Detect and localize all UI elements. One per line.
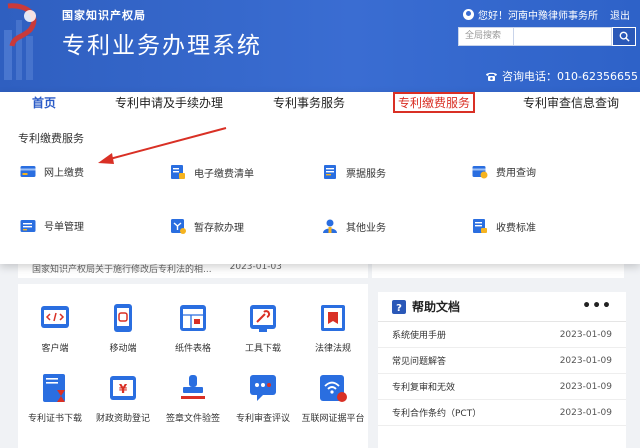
credit-card-icon — [20, 165, 36, 177]
tools-grid: 客户端 移动端 纸件表格 工具下载 法律法规 专利证书下载 ¥ 财政资助登记 签… — [18, 284, 368, 448]
svg-text:?: ? — [396, 303, 402, 314]
help-item[interactable]: 专利复审和无效 2023-01-09 — [378, 374, 626, 400]
help-item-title[interactable]: 系统使用手册 — [392, 328, 446, 341]
tool-label: 财政资助登记 — [95, 414, 150, 424]
code-client-icon — [41, 306, 69, 328]
service-label: 费用查询 — [496, 168, 536, 179]
number-list-icon — [20, 219, 36, 232]
help-title: 帮助文档 — [412, 300, 461, 314]
tool-label: 专利证书下载 — [27, 414, 82, 424]
service-deposit[interactable]: 暂存款办理 — [170, 218, 244, 234]
law-book-icon — [321, 305, 345, 331]
service-number-list[interactable]: 号单管理 — [20, 218, 84, 233]
service-other[interactable]: 其他业务 — [322, 218, 386, 234]
more-icon[interactable]: ••• — [582, 298, 612, 314]
service-fee-standard[interactable]: 收费标准 — [472, 218, 536, 234]
help-item[interactable]: 常见问题解答 2023-01-09 — [378, 348, 626, 374]
user-greeting: 您好！河南中豫律师事务所 — [478, 11, 598, 22]
tool-download[interactable]: 工具下载 — [228, 302, 298, 354]
tool-label: 互联网证据平台 — [301, 414, 365, 424]
tool-exam-review[interactable]: 专利审查评议 — [228, 372, 298, 424]
nav-exam-query[interactable]: 专利审查信息查询 — [523, 94, 619, 111]
tool-label: 法律法规 — [314, 344, 351, 354]
emblem-icon — [4, 3, 37, 80]
service-label: 其他业务 — [346, 222, 386, 234]
invoice-icon — [324, 165, 336, 179]
tool-label: 专利审查评议 — [235, 414, 290, 424]
nav-application[interactable]: 专利申请及手续办理 — [115, 94, 223, 111]
help-item-date: 2023-01-09 — [559, 355, 612, 366]
global-search: 全局搜索 — [458, 27, 636, 46]
site-header: 国家知识产权局 专利业务办理系统 您好！河南中豫律师事务所 退出 全局搜索 咨询… — [0, 0, 640, 92]
help-item-date: 2023-01-09 — [559, 407, 612, 418]
form-table-icon — [180, 305, 206, 331]
service-label: 暂存款办理 — [194, 222, 244, 234]
help-item-title[interactable]: 专利复审和无效 — [392, 380, 455, 393]
wifi-evidence-icon — [320, 375, 347, 402]
main-nav: 首页 专利申请及手续办理 专利事务服务 专利缴费服务 专利审查信息查询 — [0, 92, 640, 114]
deposit-icon — [171, 219, 186, 234]
help-header: ? 帮助文档 ••• — [378, 292, 626, 322]
search-scope-select[interactable]: 全局搜索 — [458, 27, 514, 46]
stamp-icon — [181, 375, 205, 399]
hotline: 咨询电话：010-62356655 — [485, 68, 638, 84]
service-invoice[interactable]: 票据服务 — [322, 164, 386, 180]
fee-query-icon — [472, 165, 488, 178]
user-area: 您好！河南中豫律师事务所 退出 — [463, 7, 630, 22]
finance-icon: ¥ — [110, 376, 136, 400]
service-label: 票据服务 — [346, 168, 386, 180]
dropdown-title: 专利缴费服务 — [18, 132, 84, 145]
tool-laws[interactable]: 法律法规 — [298, 302, 368, 354]
hotline-text: 咨询电话：010-62356655 — [502, 70, 638, 83]
tool-label: 签章文件验签 — [165, 414, 220, 424]
annotation-arrow-icon — [98, 127, 227, 164]
certificate-icon — [43, 374, 65, 402]
service-online-payment[interactable]: 网上缴费 — [20, 164, 84, 179]
tool-label: 移动端 — [109, 344, 137, 354]
svg-text:¥: ¥ — [119, 382, 128, 396]
help-item-date: 2023-01-09 — [559, 381, 612, 392]
tool-paper-forms[interactable]: 纸件表格 — [158, 302, 228, 354]
tool-label: 纸件表格 — [174, 344, 211, 354]
tool-finance[interactable]: ¥ 财政资助登记 — [88, 372, 158, 424]
service-label: 网上缴费 — [44, 168, 84, 179]
mobile-icon — [114, 304, 132, 332]
help-doc-icon: ? — [392, 299, 406, 314]
help-item-date: 2023-01-09 — [559, 329, 612, 340]
help-item-title[interactable]: 常见问题解答 — [392, 354, 446, 367]
fee-standard-icon — [473, 219, 487, 233]
nav-fee-service[interactable]: 专利缴费服务 — [393, 92, 476, 113]
tool-certificate[interactable]: 专利证书下载 — [20, 372, 90, 424]
tool-signature-verify[interactable]: 签章文件验签 — [158, 372, 228, 424]
tool-label: 客户端 — [41, 344, 69, 354]
help-item[interactable]: 系统使用手册 2023-01-09 — [378, 322, 626, 348]
help-item[interactable]: 专利合作条约（PCT） 2023-01-09 — [378, 400, 626, 426]
search-button[interactable] — [612, 27, 636, 46]
search-icon — [619, 31, 630, 42]
help-docs-panel: ? 帮助文档 ••• 系统使用手册 2023-01-09 常见问题解答 2023… — [378, 292, 626, 448]
tool-label: 工具下载 — [244, 344, 281, 354]
user-icon — [463, 9, 474, 20]
user-business-icon — [323, 219, 337, 233]
tool-download-icon — [250, 305, 276, 332]
nav-dropdown-panel: 首页 专利申请及手续办理 专利事务服务 专利缴费服务 专利审查信息查询 专利缴费… — [0, 92, 640, 264]
service-label: 收费标准 — [496, 222, 536, 234]
review-chat-icon — [250, 375, 276, 401]
org-name: 国家知识产权局 — [62, 9, 146, 22]
logout-link[interactable]: 退出 — [610, 7, 630, 22]
service-fee-query[interactable]: 费用查询 — [472, 164, 536, 179]
phone-icon — [486, 72, 498, 81]
nav-home[interactable]: 首页 — [32, 94, 56, 111]
nav-affairs[interactable]: 专利事务服务 — [273, 94, 345, 111]
tool-internet-evidence[interactable]: 互联网证据平台 — [298, 372, 368, 424]
tool-client[interactable]: 客户端 — [20, 302, 90, 354]
search-input[interactable] — [514, 27, 612, 46]
system-title: 专利业务办理系统 — [62, 33, 262, 59]
tool-mobile[interactable]: 移动端 — [88, 302, 158, 354]
service-label: 号单管理 — [44, 222, 84, 233]
help-item-title[interactable]: 专利合作条约（PCT） — [392, 406, 481, 419]
